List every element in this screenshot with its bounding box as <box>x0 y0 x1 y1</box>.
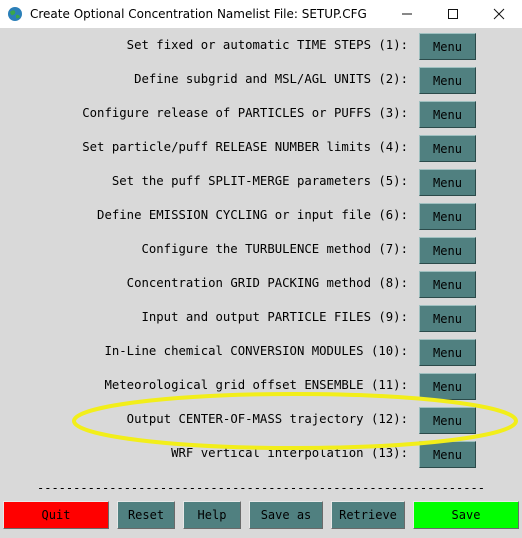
window-title: Create Optional Concentration Namelist F… <box>30 7 367 21</box>
menu-button-subgrid-units[interactable]: Menu <box>419 67 476 94</box>
row-label: Set the puff SPLIT-MERGE parameters (5): <box>111 174 408 188</box>
row-grid-packing: Concentration GRID PACKING method (8): M… <box>0 268 522 302</box>
maximize-icon <box>448 9 458 19</box>
reset-button[interactable]: Reset <box>117 501 175 529</box>
minimize-button[interactable] <box>384 0 430 28</box>
row-particles-puffs: Configure release of PARTICLES or PUFFS … <box>0 98 522 132</box>
row-split-merge: Set the puff SPLIT-MERGE parameters (5):… <box>0 166 522 200</box>
menu-button-grid-packing[interactable]: Menu <box>419 271 476 298</box>
menu-button-particles-puffs[interactable]: Menu <box>419 101 476 128</box>
menu-button-wrf-interpolation[interactable]: Menu <box>419 441 476 468</box>
globe-app-icon <box>7 6 23 22</box>
row-subgrid-units: Define subgrid and MSL/AGL UNITS (2): Me… <box>0 64 522 98</box>
row-grid-offset-ensemble: Meteorological grid offset ENSEMBLE (11)… <box>0 370 522 404</box>
row-turbulence: Configure the TURBULENCE method (7): Men… <box>0 234 522 268</box>
row-label: Input and output PARTICLE FILES (9): <box>141 310 408 324</box>
menu-button-release-number[interactable]: Menu <box>419 135 476 162</box>
menu-button-grid-offset-ensemble[interactable]: Menu <box>419 373 476 400</box>
menu-button-particle-files[interactable]: Menu <box>419 305 476 332</box>
menu-button-time-steps[interactable]: Menu <box>419 33 476 60</box>
menu-button-turbulence[interactable]: Menu <box>419 237 476 264</box>
row-time-steps: Set fixed or automatic TIME STEPS (1): M… <box>0 30 522 64</box>
menu-button-conversion-modules[interactable]: Menu <box>419 339 476 366</box>
close-button[interactable] <box>476 0 522 28</box>
separator-line: ----------------------------------------… <box>37 481 485 495</box>
close-icon <box>493 8 505 20</box>
row-label: Define EMISSION CYCLING or input file (6… <box>97 208 408 222</box>
menu-button-emission-cycling[interactable]: Menu <box>419 203 476 230</box>
row-label: WRF vertical interpolation (13): <box>171 446 408 460</box>
row-wrf-interpolation: WRF vertical interpolation (13): Menu <box>0 438 522 472</box>
save-button[interactable]: Save <box>413 501 519 529</box>
row-label: Meteorological grid offset ENSEMBLE (11)… <box>104 378 408 392</box>
quit-button[interactable]: Quit <box>3 501 109 529</box>
menu-button-center-of-mass[interactable]: Menu <box>419 407 476 434</box>
row-label: Set fixed or automatic TIME STEPS (1): <box>126 38 408 52</box>
menu-button-split-merge[interactable]: Menu <box>419 169 476 196</box>
namelist-menu-panel: Set fixed or automatic TIME STEPS (1): M… <box>0 28 522 538</box>
row-label: Concentration GRID PACKING method (8): <box>126 276 408 290</box>
row-emission-cycling: Define EMISSION CYCLING or input file (6… <box>0 200 522 234</box>
save-as-button[interactable]: Save as <box>249 501 323 529</box>
maximize-button[interactable] <box>430 0 476 28</box>
row-label: Output CENTER-OF-MASS trajectory (12): <box>126 412 408 426</box>
minimize-icon <box>402 13 412 15</box>
row-center-of-mass: Output CENTER-OF-MASS trajectory (12): M… <box>0 404 522 438</box>
row-particle-files: Input and output PARTICLE FILES (9): Men… <box>0 302 522 336</box>
help-button[interactable]: Help <box>183 501 241 529</box>
row-label: In-Line chemical CONVERSION MODULES (10)… <box>104 344 408 358</box>
row-conversion-modules: In-Line chemical CONVERSION MODULES (10)… <box>0 336 522 370</box>
title-bar: Create Optional Concentration Namelist F… <box>0 0 522 28</box>
row-label: Define subgrid and MSL/AGL UNITS (2): <box>134 72 408 86</box>
row-label: Configure the TURBULENCE method (7): <box>141 242 408 256</box>
row-label: Set particle/puff RELEASE NUMBER limits … <box>82 140 408 154</box>
retrieve-button[interactable]: Retrieve <box>331 501 405 529</box>
row-label: Configure release of PARTICLES or PUFFS … <box>82 106 408 120</box>
row-release-number: Set particle/puff RELEASE NUMBER limits … <box>0 132 522 166</box>
